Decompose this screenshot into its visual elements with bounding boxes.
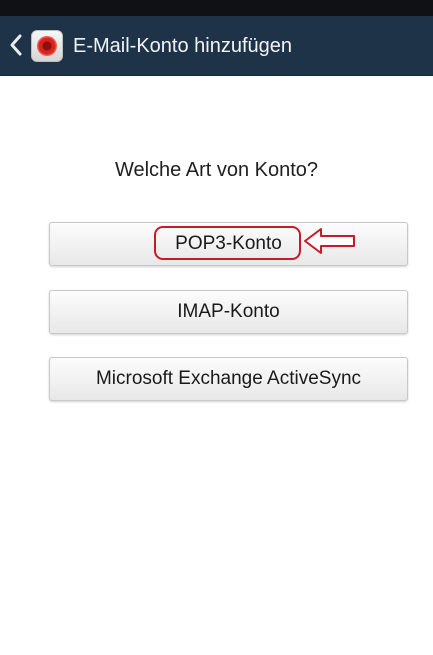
account-type-question: Welche Art von Konto?: [114, 159, 319, 181]
chevron-left-icon[interactable]: [7, 30, 25, 60]
imap-account-button[interactable]: IMAP-Konto: [49, 290, 408, 334]
page-title: E-Mail-Konto hinzufügen: [73, 35, 293, 57]
status-bar: [0, 0, 433, 16]
email-app-icon[interactable]: [31, 30, 63, 62]
email-app-icon-emblem: [37, 36, 57, 56]
exchange-activesync-button[interactable]: Microsoft Exchange ActiveSync: [49, 357, 408, 401]
action-bar: E-Mail-Konto hinzufügen: [0, 16, 433, 76]
pop3-account-button[interactable]: POP3-Konto: [49, 222, 408, 266]
